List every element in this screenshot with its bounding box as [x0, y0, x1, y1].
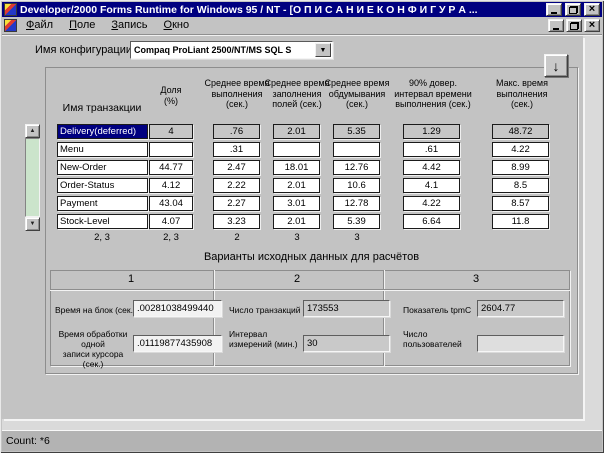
value-cell[interactable]: 12.78 — [333, 196, 380, 211]
scrollbar-track[interactable] — [25, 138, 40, 217]
value-cell[interactable]: 10.6 — [333, 178, 380, 193]
value-cell[interactable]: 2.01 — [273, 124, 320, 139]
value-cell[interactable]: 4.22 — [403, 196, 460, 211]
footnote: 3 — [275, 232, 319, 243]
value-cell[interactable]: 4.07 — [149, 214, 193, 229]
transaction-name-cell[interactable]: Stock-Level — [57, 214, 148, 229]
variant-field-value[interactable]: 30 — [303, 335, 390, 352]
footnote: 2, 3 — [149, 232, 193, 243]
value-cell[interactable]: 4.1 — [403, 178, 460, 193]
transaction-name-cell[interactable]: Payment — [57, 196, 148, 211]
variant-column-header: 1 — [116, 273, 146, 285]
value-cell[interactable]: 4.22 — [492, 142, 549, 157]
transaction-name-header: Имя транзакции — [52, 102, 152, 114]
configuration-combobox[interactable]: Compaq ProLiant 2500/NT/MS SQL S ▼ — [130, 41, 333, 59]
column-header-max-exec: Макс. время выполнения (сек.) — [478, 78, 566, 110]
up-arrow-icon: ▲ — [30, 128, 36, 134]
form-stage: Имя конфигурации Compaq ProLiant 2500/NT… — [0, 0, 604, 453]
value-cell[interactable]: .61 — [403, 142, 460, 157]
configuration-value: Compaq ProLiant 2500/NT/MS SQL S — [134, 45, 291, 55]
configuration-label: Имя конфигурации — [35, 44, 132, 56]
variant-field-label: Время на блок (сек.) — [55, 305, 133, 315]
variant-field-value[interactable]: .01119877435908 — [133, 335, 222, 352]
value-cell[interactable] — [149, 142, 193, 157]
value-cell[interactable]: 2.01 — [273, 178, 320, 193]
scroll-down-record-button[interactable]: ↓ — [544, 54, 568, 77]
value-cell[interactable] — [273, 142, 320, 157]
value-cell[interactable]: .31 — [213, 142, 260, 157]
record-scrollbar[interactable]: ▲ ▼ — [25, 124, 40, 231]
combo-dropdown-button[interactable]: ▼ — [315, 43, 331, 57]
value-cell[interactable]: 11.8 — [492, 214, 549, 229]
status-bar: Count: *6 — [2, 430, 602, 451]
transaction-name-cell[interactable]: Delivery(deferred) — [57, 124, 148, 139]
transaction-name-cell[interactable]: Order-Status — [57, 178, 148, 193]
variants-title: Варианты исходных данных для расчётов — [45, 251, 578, 263]
value-cell[interactable]: 8.57 — [492, 196, 549, 211]
app-window: Developer/2000 Forms Runtime for Windows… — [0, 0, 604, 453]
value-cell[interactable]: 8.5 — [492, 178, 549, 193]
variant-field-label: Число транзакций — [229, 305, 303, 315]
value-cell[interactable]: 5.35 — [333, 124, 380, 139]
down-arrow-icon: ▼ — [30, 221, 36, 227]
value-cell[interactable]: 4.42 — [403, 160, 460, 175]
value-cell[interactable]: 6.64 — [403, 214, 460, 229]
variant-field-label: Время обработки одной записи курсора (се… — [53, 329, 133, 369]
variant-field-value[interactable]: 2604.77 — [477, 300, 564, 317]
transaction-name-cell[interactable]: Menu — [57, 142, 148, 157]
variant-column-header: 3 — [461, 273, 491, 285]
footnote: 2 — [215, 232, 259, 243]
value-cell[interactable]: 48.72 — [492, 124, 549, 139]
variant-field-label: Интервал измерений (мин.) — [229, 329, 303, 349]
variant-field-value[interactable]: .00281038499440 — [133, 300, 222, 317]
value-cell[interactable]: 8.99 — [492, 160, 549, 175]
down-arrow-icon: ↓ — [553, 58, 560, 74]
value-cell[interactable]: 43.04 — [149, 196, 193, 211]
variant-field-value[interactable]: 173553 — [303, 300, 390, 317]
value-cell[interactable]: 44.77 — [149, 160, 193, 175]
value-cell[interactable]: 1.29 — [403, 124, 460, 139]
value-cell[interactable]: 2.47 — [213, 160, 260, 175]
value-cell[interactable]: 2.01 — [273, 214, 320, 229]
value-cell[interactable]: 4 — [149, 124, 193, 139]
value-cell[interactable]: 3.01 — [273, 196, 320, 211]
value-cell[interactable] — [333, 142, 380, 157]
variant-column-header: 2 — [282, 273, 312, 285]
value-cell[interactable]: .76 — [213, 124, 260, 139]
chevron-down-icon: ▼ — [320, 47, 327, 54]
value-cell[interactable]: 2.27 — [213, 196, 260, 211]
value-cell[interactable]: 5.39 — [333, 214, 380, 229]
value-cell[interactable]: 2.22 — [213, 178, 260, 193]
value-cell[interactable]: 12.76 — [333, 160, 380, 175]
value-cell[interactable]: 4.12 — [149, 178, 193, 193]
record-count: Count: *6 — [6, 435, 50, 447]
scrollbar-down-button[interactable]: ▼ — [25, 217, 40, 231]
footnote: 2, 3 — [80, 232, 124, 243]
transaction-name-cell[interactable]: New-Order — [57, 160, 148, 175]
scrollbar-up-button[interactable]: ▲ — [25, 124, 40, 138]
variant-field-label: Число пользователей — [403, 329, 481, 349]
value-cell[interactable]: 3.23 — [213, 214, 260, 229]
value-cell[interactable]: 18.01 — [273, 160, 320, 175]
variant-field-label: Показатель tpmC — [403, 305, 481, 315]
variants-header-line — [50, 289, 570, 290]
variant-field-value[interactable] — [477, 335, 564, 352]
column-header-90pct: 90% довер. интервал времени выполнения (… — [373, 78, 493, 110]
footnote: 3 — [335, 232, 379, 243]
